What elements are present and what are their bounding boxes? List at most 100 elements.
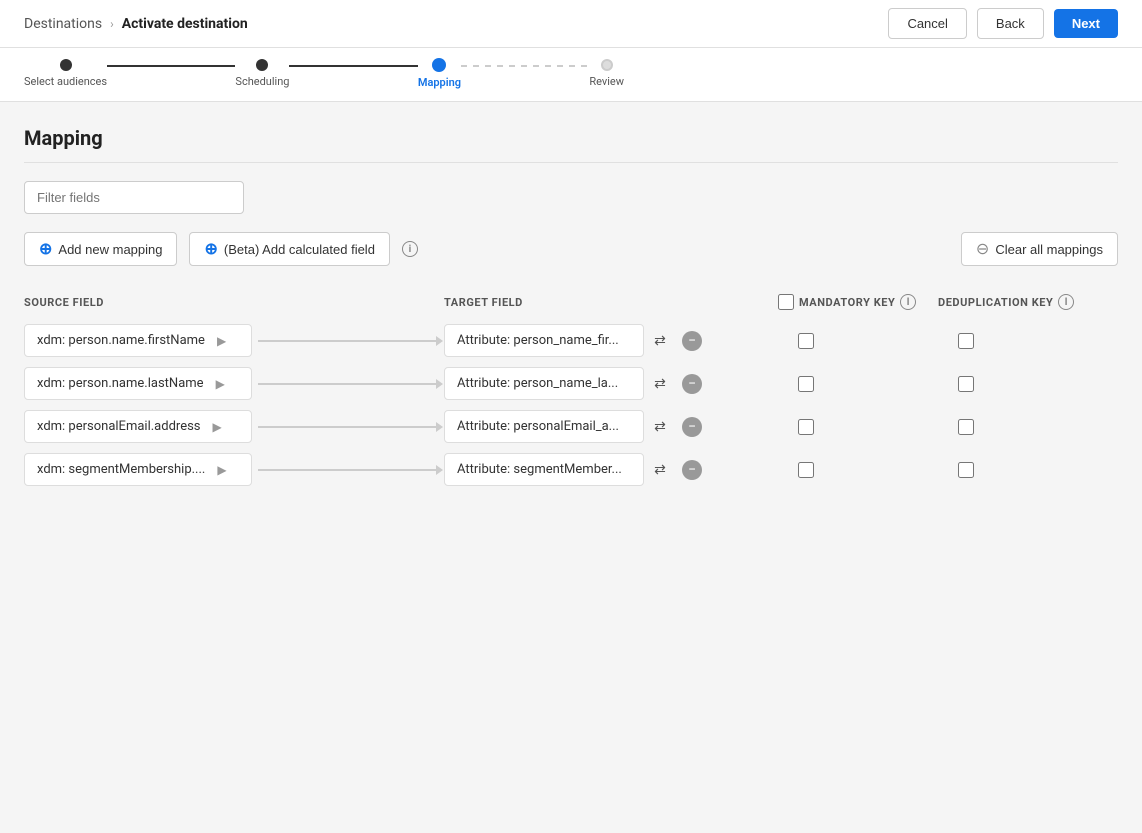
mandatory-checkbox-wrap-4 <box>778 462 938 478</box>
dedup-checkbox-4[interactable] <box>958 462 974 478</box>
clear-all-icon: ⊖ <box>976 239 989 259</box>
progress-bar: Select audiences Scheduling Mapping Revi… <box>0 48 1142 102</box>
row-source-area-3: xdm: personalEmail.address ▶ <box>24 410 444 443</box>
breadcrumb-parent[interactable]: Destinations <box>24 16 102 32</box>
remove-button-3[interactable]: − <box>682 417 702 437</box>
calculated-info-icon[interactable]: i <box>402 241 418 257</box>
target-field-4[interactable]: Attribute: segmentMember... <box>444 453 644 486</box>
mandatory-checkbox-wrap-2 <box>778 376 938 392</box>
source-field-2[interactable]: xdm: person.name.lastName ▶ <box>24 367 252 400</box>
mapping-table: SOURCE FIELD TARGET FIELD MANDATORY KEY … <box>24 288 1118 486</box>
dedup-checkbox-1[interactable] <box>958 333 974 349</box>
mandatory-checkbox-1[interactable] <box>798 333 814 349</box>
step-review: Review <box>589 59 624 88</box>
back-button[interactable]: Back <box>977 8 1044 39</box>
page-header: Destinations › Activate destination Canc… <box>0 0 1142 48</box>
target-field-1[interactable]: Attribute: person_name_fir... <box>444 324 644 357</box>
dedup-checkbox-2[interactable] <box>958 376 974 392</box>
header-buttons: Cancel Back Next <box>888 8 1118 39</box>
mandatory-checkbox-3[interactable] <box>798 419 814 435</box>
dedup-checkbox-3[interactable] <box>958 419 974 435</box>
target-field-2-text: Attribute: person_name_la... <box>457 376 618 391</box>
section-title: Mapping <box>24 126 1118 150</box>
step-label-scheduling: Scheduling <box>235 75 289 88</box>
step-select-audiences: Select audiences <box>24 59 107 88</box>
action-left: ⊕ Add new mapping ⊕ (Beta) Add calculate… <box>24 232 418 266</box>
dedup-checkbox-wrap-2 <box>938 376 1118 392</box>
step-label-select-audiences: Select audiences <box>24 75 107 88</box>
breadcrumb-current: Activate destination <box>122 16 248 32</box>
connector-1 <box>107 65 235 67</box>
step-dot-select-audiences <box>60 59 72 71</box>
target-field-2[interactable]: Attribute: person_name_la... <box>444 367 644 400</box>
steps-container: Select audiences Scheduling Mapping Revi… <box>24 58 624 89</box>
connector-2 <box>289 65 417 67</box>
add-mapping-plus-icon: ⊕ <box>39 239 52 259</box>
filter-input-wrap <box>24 181 1118 214</box>
source-field-1-text: xdm: person.name.firstName <box>37 333 205 348</box>
col-header-target: TARGET FIELD <box>444 296 778 309</box>
row-target-area-4: Attribute: segmentMember... ⇄ − <box>444 453 778 486</box>
col-header-source: SOURCE FIELD <box>24 296 444 309</box>
target-field-1-text: Attribute: person_name_fir... <box>457 333 619 348</box>
add-calculated-plus-icon: ⊕ <box>204 239 217 259</box>
main-content: Mapping ⊕ Add new mapping ⊕ (Beta) Add c… <box>0 102 1142 520</box>
mandatory-checkbox-wrap-1 <box>778 333 938 349</box>
remove-button-1[interactable]: − <box>682 331 702 351</box>
remove-button-4[interactable]: − <box>682 460 702 480</box>
row-target-area-2: Attribute: person_name_la... ⇄ − <box>444 367 778 400</box>
source-field-2-text: xdm: person.name.lastName <box>37 376 204 391</box>
add-mapping-label: Add new mapping <box>58 242 162 257</box>
source-field-3-text: xdm: personalEmail.address <box>37 419 201 434</box>
add-new-mapping-button[interactable]: ⊕ Add new mapping <box>24 232 177 266</box>
breadcrumb-chevron-icon: › <box>110 17 114 31</box>
swap-icon-2[interactable]: ⇄ <box>648 372 672 396</box>
source-field-4-text: xdm: segmentMembership.... <box>37 462 205 477</box>
swap-icon-1[interactable]: ⇄ <box>648 329 672 353</box>
connector-line-4 <box>258 469 438 471</box>
cancel-button[interactable]: Cancel <box>888 8 966 39</box>
col-header-dedup: DEDUPLICATION KEY i <box>938 294 1118 310</box>
source-field-1[interactable]: xdm: person.name.firstName ▶ <box>24 324 252 357</box>
target-field-4-text: Attribute: segmentMember... <box>457 462 622 477</box>
dedup-checkbox-wrap-4 <box>938 462 1118 478</box>
dedup-info-icon[interactable]: i <box>1058 294 1074 310</box>
table-row: xdm: segmentMembership.... ▶ Attribute: … <box>24 453 1118 486</box>
mandatory-checkbox-4[interactable] <box>798 462 814 478</box>
dedup-checkbox-wrap-3 <box>938 419 1118 435</box>
step-dot-scheduling <box>256 59 268 71</box>
table-row: xdm: person.name.lastName ▶ Attribute: p… <box>24 367 1118 400</box>
action-right: ⊖ Clear all mappings <box>961 232 1118 266</box>
mandatory-checkbox-wrap-3 <box>778 419 938 435</box>
step-label-mapping: Mapping <box>418 76 461 89</box>
add-calculated-label: (Beta) Add calculated field <box>224 242 375 257</box>
step-dot-review <box>601 59 613 71</box>
connector-3 <box>461 65 589 67</box>
target-field-3[interactable]: Attribute: personalEmail_a... <box>444 410 644 443</box>
dedup-checkbox-wrap-1 <box>938 333 1118 349</box>
swap-icon-4[interactable]: ⇄ <box>648 458 672 482</box>
action-row: ⊕ Add new mapping ⊕ (Beta) Add calculate… <box>24 232 1118 266</box>
remove-button-2[interactable]: − <box>682 374 702 394</box>
connector-line-3 <box>258 426 438 428</box>
next-button[interactable]: Next <box>1054 9 1118 38</box>
source-field-4[interactable]: xdm: segmentMembership.... ▶ <box>24 453 252 486</box>
mandatory-header-checkbox[interactable] <box>778 294 794 310</box>
target-field-3-text: Attribute: personalEmail_a... <box>457 419 619 434</box>
row-source-area-4: xdm: segmentMembership.... ▶ <box>24 453 444 486</box>
connector-line-1 <box>258 340 438 342</box>
table-row: xdm: personalEmail.address ▶ Attribute: … <box>24 410 1118 443</box>
add-calculated-field-button[interactable]: ⊕ (Beta) Add calculated field <box>189 232 389 266</box>
row-source-area-1: xdm: person.name.firstName ▶ <box>24 324 444 357</box>
clear-all-mappings-button[interactable]: ⊖ Clear all mappings <box>961 232 1118 266</box>
source-field-3[interactable]: xdm: personalEmail.address ▶ <box>24 410 252 443</box>
swap-icon-3[interactable]: ⇄ <box>648 415 672 439</box>
section-divider <box>24 162 1118 163</box>
source-arrow-icon-2: ▶ <box>216 377 225 391</box>
row-target-area-3: Attribute: personalEmail_a... ⇄ − <box>444 410 778 443</box>
mandatory-info-icon[interactable]: i <box>900 294 916 310</box>
mandatory-checkbox-2[interactable] <box>798 376 814 392</box>
source-arrow-icon-3: ▶ <box>213 420 222 434</box>
table-row: xdm: person.name.firstName ▶ Attribute: … <box>24 324 1118 357</box>
filter-fields-input[interactable] <box>24 181 244 214</box>
